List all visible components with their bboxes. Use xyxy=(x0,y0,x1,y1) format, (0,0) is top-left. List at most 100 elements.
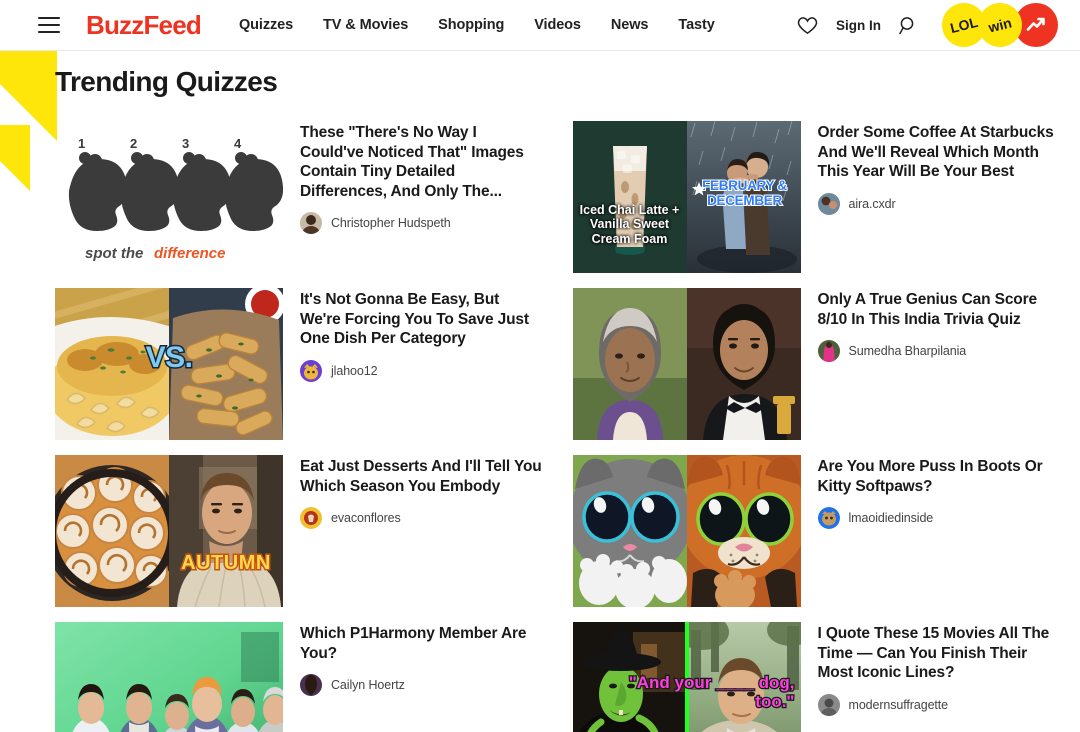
search-icon[interactable] xyxy=(899,16,918,35)
quiz-card-body: Order Some Coffee At Starbucks And We'll… xyxy=(817,121,1061,215)
win-badge-label: win xyxy=(986,14,1014,36)
avatar[interactable] xyxy=(817,507,840,530)
page-title: Trending Quizzes xyxy=(55,66,278,97)
nav-item-videos[interactable]: Videos xyxy=(534,17,581,33)
quiz-thumbnail-kpop-group[interactable] xyxy=(55,622,283,732)
quiz-card-author[interactable]: Cailyn Hoertz xyxy=(331,678,405,692)
thumb-half-left xyxy=(55,455,169,607)
quiz-card-title[interactable]: Which P1Harmony Member Are You? xyxy=(300,624,543,663)
quiz-grid: 12 34 spot the difference These "There's… xyxy=(38,114,1060,732)
cinnamon-rolls-art xyxy=(55,455,169,607)
starbucks-caption: Iced Chai Latte + Vanilla Sweet Cream Fo… xyxy=(579,203,680,246)
quiz-card[interactable]: Only A True Genius Can Score 8/10 In Thi… xyxy=(572,281,1061,448)
sign-in-button[interactable]: Sign In xyxy=(836,18,881,33)
quiz-card[interactable]: Which P1Harmony Member Are You? Cailyn H… xyxy=(55,615,543,732)
quiz-card-byline: lmaoidiedinside xyxy=(817,507,1061,530)
quiz-thumbnail-two-portraits[interactable] xyxy=(572,288,801,440)
svg-text:spot the: spot the xyxy=(85,245,143,262)
quiz-thumbnail-food-vs[interactable]: VS. xyxy=(55,288,283,440)
quiz-card-title[interactable]: These "There's No Way I Could've Noticed… xyxy=(300,123,543,201)
quiz-card-author[interactable]: Christopher Hudspeth xyxy=(331,216,451,230)
quiz-card[interactable]: VS. It's Not Gonna Be Easy, But We're Fo… xyxy=(55,281,543,448)
avatar[interactable] xyxy=(300,674,322,697)
quiz-card-body: Which P1Harmony Member Are You? Cailyn H… xyxy=(300,622,543,697)
quiz-card-author[interactable]: evaconflores xyxy=(331,511,401,525)
thumb-half-left xyxy=(572,288,687,440)
quiz-card[interactable]: AUTUMN Eat Just Desserts And I'll Tell Y… xyxy=(55,448,543,615)
lol-badge-label: LOL xyxy=(948,13,980,37)
quiz-thumbnail-two-cats[interactable] xyxy=(572,455,801,607)
avatar[interactable] xyxy=(817,192,840,215)
star-icon xyxy=(691,182,706,196)
quiz-thumbnail-starbucks-split[interactable]: Iced Chai Latte + Vanilla Sweet Cream Fo… xyxy=(572,121,801,273)
buzzfeed-logo[interactable]: BuzzFeed xyxy=(86,10,202,41)
vs-label: VS. xyxy=(144,341,194,375)
header-actions: Sign In LOL win xyxy=(797,0,1058,52)
quiz-card-author[interactable]: lmaoidiedinside xyxy=(849,511,934,525)
quiz-card-byline: modernsuffragette xyxy=(817,693,1061,716)
nav-item-news[interactable]: News xyxy=(611,17,649,33)
svg-text:3: 3 xyxy=(182,136,189,151)
nav-item-shopping[interactable]: Shopping xyxy=(438,17,504,33)
quiz-card-byline: Sumedha Bharpilania xyxy=(817,340,1061,363)
autumn-label: AUTUMN xyxy=(180,551,272,575)
man-in-sweater-art xyxy=(169,455,283,607)
quiz-card-title[interactable]: Only A True Genius Can Score 8/10 In Thi… xyxy=(818,290,1061,329)
avatar[interactable] xyxy=(300,507,322,530)
quiz-card[interactable]: Are You More Puss In Boots Or Kitty Soft… xyxy=(572,448,1061,615)
quiz-card-byline: jlahoo12 xyxy=(300,359,543,382)
quiz-card-body: Are You More Puss In Boots Or Kitty Soft… xyxy=(817,455,1061,530)
thumb-half-left xyxy=(572,455,687,607)
kitty-softpaws-art xyxy=(572,455,687,607)
quiz-card-body: Eat Just Desserts And I'll Tell You Whic… xyxy=(300,455,543,530)
nav-item-tasty[interactable]: Tasty xyxy=(678,17,714,33)
thumb-half-right xyxy=(686,288,801,440)
nav-item-tv-movies[interactable]: TV & Movies xyxy=(323,17,408,33)
quiz-card-byline: aira.cxdr xyxy=(817,192,1061,215)
quiz-card-author[interactable]: aira.cxdr xyxy=(849,197,896,211)
movie-quote-label: "And your ____ dog, too." xyxy=(627,672,795,712)
heart-icon[interactable] xyxy=(797,16,818,35)
hamburger-icon[interactable] xyxy=(38,17,60,33)
quiz-card-body: These "There's No Way I Could've Noticed… xyxy=(300,121,543,235)
lol-badge[interactable]: LOL xyxy=(937,0,991,52)
quiz-card-body: Only A True Genius Can Score 8/10 In Thi… xyxy=(817,288,1061,363)
quiz-card-title[interactable]: Order Some Coffee At Starbucks And We'll… xyxy=(818,123,1061,182)
badge-group: LOL win xyxy=(937,0,1058,52)
portrait-man-art xyxy=(686,288,801,440)
quiz-card-byline: evaconflores xyxy=(300,507,543,530)
quiz-thumbnail-movies-quote[interactable]: "And your ____ dog, too." xyxy=(572,622,801,732)
quiz-card-title[interactable]: It's Not Gonna Be Easy, But We're Forcin… xyxy=(300,290,543,349)
thumb-half-right xyxy=(686,455,801,607)
puss-in-boots-art xyxy=(686,455,801,607)
nav-item-quizzes[interactable]: Quizzes xyxy=(239,17,293,33)
quiz-thumbnail-spot-the-difference[interactable]: 12 34 spot the difference xyxy=(55,121,283,273)
quiz-card[interactable]: Iced Chai Latte + Vanilla Sweet Cream Fo… xyxy=(572,114,1061,281)
month-reveal-label: FEBRUARY & DECEMBER xyxy=(701,177,788,209)
quiz-card[interactable]: 12 34 spot the difference These "There's… xyxy=(55,114,543,281)
avatar[interactable] xyxy=(300,212,322,235)
quiz-card-title[interactable]: I Quote These 15 Movies All The Time — C… xyxy=(818,624,1061,683)
quiz-card-author[interactable]: jlahoo12 xyxy=(331,364,378,378)
quiz-card-byline: Cailyn Hoertz xyxy=(300,674,543,697)
p1harmony-group-art xyxy=(55,622,283,732)
thumb-half-right: FEBRUARY & DECEMBER xyxy=(686,121,801,273)
quiz-card-author[interactable]: modernsuffragette xyxy=(849,698,949,712)
avatar[interactable] xyxy=(817,340,840,363)
svg-text:1: 1 xyxy=(78,136,85,151)
quiz-card[interactable]: "And your ____ dog, too." I Quote These … xyxy=(572,615,1061,732)
portrait-woman-art xyxy=(572,288,687,440)
iced-latte-art xyxy=(572,121,687,273)
avatar[interactable] xyxy=(817,693,840,716)
quiz-card-title[interactable]: Are You More Puss In Boots Or Kitty Soft… xyxy=(818,457,1061,496)
site-header: BuzzFeed Quizzes TV & Movies Shopping Vi… xyxy=(0,0,1080,52)
avatar[interactable] xyxy=(300,359,322,382)
main-nav: Quizzes TV & Movies Shopping Videos News… xyxy=(239,17,715,33)
trending-arrow-icon xyxy=(1026,17,1045,31)
quiz-card-author[interactable]: Sumedha Bharpilania xyxy=(849,344,967,358)
quiz-card-title[interactable]: Eat Just Desserts And I'll Tell You Whic… xyxy=(300,457,543,496)
thumb-half-left: Iced Chai Latte + Vanilla Sweet Cream Fo… xyxy=(572,121,687,273)
quiz-card-byline: Christopher Hudspeth xyxy=(300,212,543,235)
page-content: Trending Quizzes 12 34 spot the differen… xyxy=(0,51,1080,732)
quiz-thumbnail-desserts-autumn[interactable]: AUTUMN xyxy=(55,455,283,607)
